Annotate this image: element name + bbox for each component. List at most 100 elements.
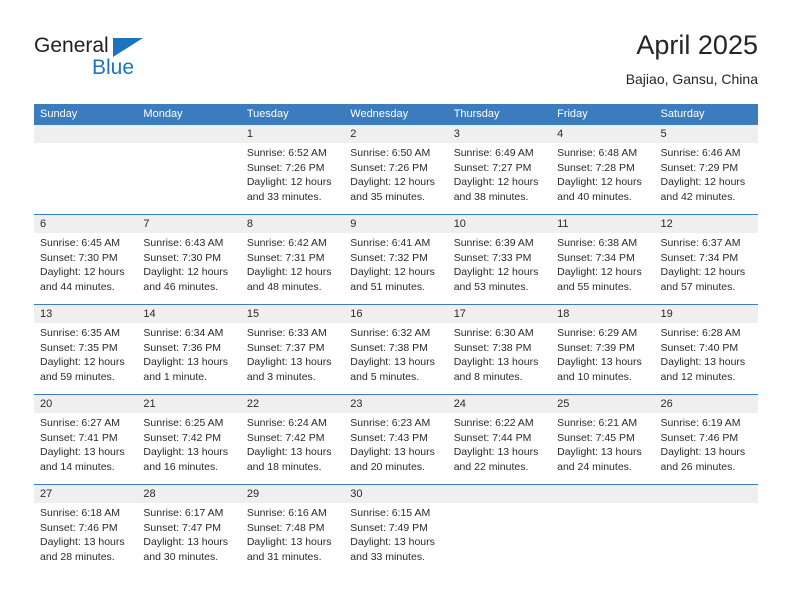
day-cell-6[interactable]: Sunrise: 6:45 AM Sunset: 7:30 PM Daylight:… bbox=[34, 233, 137, 304]
day-cell-16[interactable]: Sunrise: 6:32 AM Sunset: 7:38 PM Daylight:… bbox=[344, 323, 447, 394]
day-cell-23[interactable]: Sunrise: 6:23 AM Sunset: 7:43 PM Daylight:… bbox=[344, 413, 447, 484]
day-cell-14[interactable]: Sunrise: 6:34 AM Sunset: 7:36 PM Daylight:… bbox=[137, 323, 240, 394]
day-detail-line: Sunrise: 6:19 AM bbox=[660, 417, 741, 429]
day-detail-line: Daylight: 13 hours bbox=[350, 446, 435, 459]
day-detail-line: Daylight: 13 hours bbox=[660, 356, 746, 369]
day-detail-line: Sunset: 7:48 PM bbox=[246, 521, 325, 534]
day-cell-17[interactable]: Sunrise: 6:30 AM Sunset: 7:38 PM Daylight:… bbox=[448, 323, 551, 394]
day-detail-line: Sunrise: 6:41 AM bbox=[350, 237, 431, 249]
day-number-6[interactable]: 6 bbox=[34, 215, 137, 233]
day-cell-27[interactable]: Sunrise: 6:18 AM Sunset: 7:46 PM Daylight:… bbox=[34, 503, 137, 574]
day-detail-line: Sunset: 7:44 PM bbox=[453, 431, 532, 444]
day-number-26[interactable]: 26 bbox=[655, 395, 758, 413]
day-detail-line: Sunrise: 6:18 AM bbox=[40, 507, 120, 519]
day-number-19[interactable]: 19 bbox=[655, 305, 758, 323]
day-cell-28[interactable]: Sunrise: 6:17 AM Sunset: 7:47 PM Daylight:… bbox=[137, 503, 240, 574]
day-number-empty bbox=[34, 125, 137, 143]
weekday-header-monday: Monday bbox=[143, 108, 183, 120]
day-number-13[interactable]: 13 bbox=[34, 305, 137, 323]
day-number-20[interactable]: 20 bbox=[34, 395, 137, 413]
day-number-27[interactable]: 27 bbox=[34, 485, 137, 503]
day-number-8[interactable]: 8 bbox=[241, 215, 344, 233]
day-cell-7[interactable]: Sunrise: 6:43 AM Sunset: 7:30 PM Daylight:… bbox=[137, 233, 240, 304]
day-number-28[interactable]: 28 bbox=[137, 485, 240, 503]
day-detail-line: Daylight: 12 hours bbox=[350, 176, 435, 189]
day-cell-12[interactable]: Sunrise: 6:37 AM Sunset: 7:34 PM Daylight:… bbox=[655, 233, 758, 304]
day-cell-15[interactable]: Sunrise: 6:33 AM Sunset: 7:37 PM Daylight:… bbox=[241, 323, 344, 394]
day-detail-row: Sunrise: 6:52 AM Sunset: 7:26 PM Daylight:… bbox=[34, 143, 758, 214]
day-cell-9[interactable]: Sunrise: 6:41 AM Sunset: 7:32 PM Daylight:… bbox=[344, 233, 447, 304]
weekday-header-friday: Friday bbox=[557, 108, 588, 120]
day-number-4[interactable]: 4 bbox=[551, 125, 654, 143]
day-number-23[interactable]: 23 bbox=[344, 395, 447, 413]
day-number-29[interactable]: 29 bbox=[241, 485, 344, 503]
day-number-14[interactable]: 14 bbox=[137, 305, 240, 323]
day-cell-22[interactable]: Sunrise: 6:24 AM Sunset: 7:42 PM Daylight:… bbox=[241, 413, 344, 484]
day-detail-line: Sunset: 7:26 PM bbox=[350, 161, 428, 174]
day-cell-21[interactable]: Sunrise: 6:25 AM Sunset: 7:42 PM Daylight:… bbox=[137, 413, 240, 484]
day-number-24[interactable]: 24 bbox=[448, 395, 551, 413]
weekday-header-row: Sunday Monday Tuesday Wednesday Thursday Frid… bbox=[34, 104, 758, 125]
day-detail-line: Sunrise: 6:39 AM bbox=[453, 237, 534, 249]
day-cell-13[interactable]: Sunrise: 6:35 AM Sunset: 7:35 PM Daylight:… bbox=[34, 323, 137, 394]
day-detail-line: Daylight: 13 hours bbox=[143, 356, 229, 369]
day-cell-18[interactable]: Sunrise: 6:29 AM Sunset: 7:39 PM Daylight:… bbox=[551, 323, 654, 394]
day-number-5[interactable]: 5 bbox=[655, 125, 758, 143]
day-cell-10[interactable]: Sunrise: 6:39 AM Sunset: 7:33 PM Daylight:… bbox=[448, 233, 551, 304]
day-number-9[interactable]: 9 bbox=[344, 215, 447, 233]
calendar-page: General Blue April 2025 Bajiao, Gansu, C… bbox=[0, 0, 792, 612]
day-number-18[interactable]: 18 bbox=[551, 305, 654, 323]
day-cell-5[interactable]: Sunrise: 6:46 AM Sunset: 7:29 PM Daylight:… bbox=[655, 143, 758, 214]
page-subtitle: Bajiao, Gansu, China bbox=[625, 71, 758, 87]
day-number-25[interactable]: 25 bbox=[551, 395, 654, 413]
day-detail-line: and 30 minutes. bbox=[143, 550, 219, 563]
day-detail-line: Daylight: 12 hours bbox=[143, 266, 229, 279]
day-cell-2[interactable]: Sunrise: 6:50 AM Sunset: 7:26 PM Daylight:… bbox=[344, 143, 447, 214]
day-detail-line: Daylight: 13 hours bbox=[143, 536, 229, 549]
day-number-15[interactable]: 15 bbox=[241, 305, 344, 323]
day-number-11[interactable]: 11 bbox=[551, 215, 654, 233]
day-detail-line: and 59 minutes. bbox=[40, 370, 115, 383]
day-cell-19[interactable]: Sunrise: 6:28 AM Sunset: 7:40 PM Daylight:… bbox=[655, 323, 758, 394]
day-cell-26[interactable]: Sunrise: 6:19 AM Sunset: 7:46 PM Daylight:… bbox=[655, 413, 758, 484]
day-number-12[interactable]: 12 bbox=[655, 215, 758, 233]
day-detail-line: and 16 minutes. bbox=[143, 460, 219, 473]
day-cell-3[interactable]: Sunrise: 6:49 AM Sunset: 7:27 PM Daylight:… bbox=[448, 143, 551, 214]
day-number-row: 13 14 15 16 17 18 19 bbox=[34, 305, 758, 323]
day-number-1[interactable]: 1 bbox=[241, 125, 344, 143]
day-cell-20[interactable]: Sunrise: 6:27 AM Sunset: 7:41 PM Daylight:… bbox=[34, 413, 137, 484]
day-detail-line: Sunset: 7:32 PM bbox=[350, 251, 428, 264]
day-cell-8[interactable]: Sunrise: 6:42 AM Sunset: 7:31 PM Daylight:… bbox=[241, 233, 344, 304]
day-detail-line: Sunset: 7:26 PM bbox=[246, 161, 325, 174]
day-cell-29[interactable]: Sunrise: 6:16 AM Sunset: 7:48 PM Daylight:… bbox=[241, 503, 344, 574]
day-detail-line: Daylight: 13 hours bbox=[453, 356, 539, 369]
day-number-21[interactable]: 21 bbox=[137, 395, 240, 413]
day-number-10[interactable]: 10 bbox=[448, 215, 551, 233]
calendar-week-row: 27 28 29 30 Sunrise: 6:18 AM Sunset: 7:46 PM D… bbox=[34, 484, 758, 574]
day-number-22[interactable]: 22 bbox=[241, 395, 344, 413]
day-detail-line: Sunrise: 6:50 AM bbox=[350, 147, 431, 159]
day-cell-25[interactable]: Sunrise: 6:21 AM Sunset: 7:45 PM Daylight:… bbox=[551, 413, 654, 484]
day-number-empty bbox=[137, 125, 240, 143]
day-number-row: 6 7 8 9 10 11 12 bbox=[34, 215, 758, 233]
day-number-30[interactable]: 30 bbox=[344, 485, 447, 503]
day-detail-line: Sunset: 7:37 PM bbox=[246, 341, 325, 354]
day-cell-24[interactable]: Sunrise: 6:22 AM Sunset: 7:44 PM Daylight:… bbox=[448, 413, 551, 484]
day-cell-4[interactable]: Sunrise: 6:48 AM Sunset: 7:28 PM Daylight:… bbox=[551, 143, 654, 214]
day-detail-line: Sunset: 7:30 PM bbox=[40, 251, 118, 264]
calendar-week-row: 20 21 22 23 24 25 26 Sunrise: 6:27 AM Sunset: 7:… bbox=[34, 394, 758, 484]
day-detail-line: Sunset: 7:30 PM bbox=[143, 251, 222, 264]
day-number-17[interactable]: 17 bbox=[448, 305, 551, 323]
day-detail-line: Sunset: 7:45 PM bbox=[557, 431, 635, 444]
day-cell-11[interactable]: Sunrise: 6:38 AM Sunset: 7:34 PM Daylight:… bbox=[551, 233, 654, 304]
day-cell-1[interactable]: Sunrise: 6:52 AM Sunset: 7:26 PM Daylight:… bbox=[241, 143, 344, 214]
logo-triangle-icon bbox=[113, 38, 143, 57]
day-number-16[interactable]: 16 bbox=[344, 305, 447, 323]
day-cell-30[interactable]: Sunrise: 6:15 AM Sunset: 7:49 PM Daylight:… bbox=[344, 503, 447, 574]
day-number-2[interactable]: 2 bbox=[344, 125, 447, 143]
day-cell-empty bbox=[137, 143, 240, 214]
day-detail-line: Sunset: 7:35 PM bbox=[40, 341, 118, 354]
day-number-3[interactable]: 3 bbox=[448, 125, 551, 143]
day-number-7[interactable]: 7 bbox=[137, 215, 240, 233]
day-detail-line: Daylight: 13 hours bbox=[557, 446, 642, 459]
